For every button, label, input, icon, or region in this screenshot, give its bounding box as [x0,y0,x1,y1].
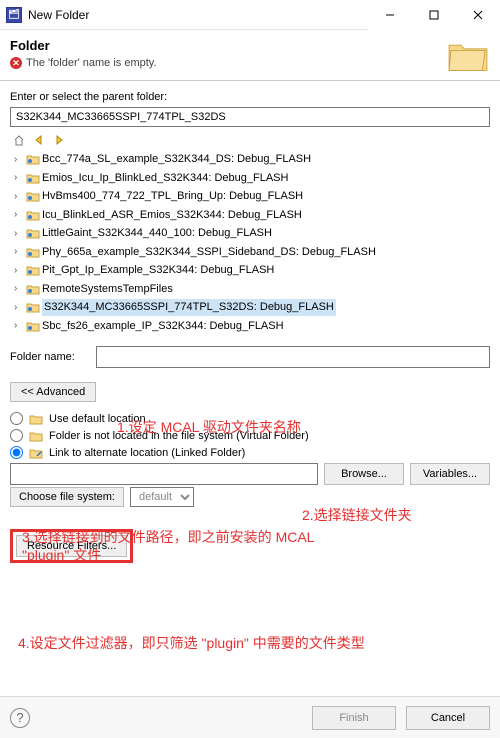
variables-button[interactable]: Variables... [410,463,490,485]
radio-default-location[interactable]: Use default location [10,412,490,425]
folder-large-icon [446,38,490,74]
cancel-button[interactable]: Cancel [406,706,490,730]
expand-icon[interactable]: › [14,281,24,296]
resource-filters-button[interactable]: Resource Filters... [16,535,127,557]
page-title: Folder [10,38,446,53]
filesystem-combo[interactable]: default [130,487,194,507]
project-folder-icon [26,320,40,332]
dialog-footer: ? Finish Cancel [0,696,500,738]
project-folder-icon [26,227,40,239]
expand-icon[interactable]: › [14,318,24,333]
parent-folder-input[interactable] [10,107,490,127]
error-message: The 'folder' name is empty. [26,57,157,69]
tree-item[interactable]: ›HvBms400_774_722_TPL_Bring_Up: Debug_FL… [10,187,490,206]
expand-icon[interactable]: › [14,207,24,222]
tree-item[interactable]: ›LittleGaint_S32K344_440_100: Debug_FLAS… [10,224,490,243]
titlebar: 🗂 New Folder [0,0,500,30]
tree-item[interactable]: ›Emios_Icu_Ip_BlinkLed_S32K344: Debug_FL… [10,169,490,188]
finish-button[interactable]: Finish [312,706,396,730]
project-tree[interactable]: ›Bcc_774a_SL_example_S32K344_DS: Debug_F… [10,150,490,338]
tree-item[interactable]: ›Bcc_774a_SL_example_S32K344_DS: Debug_F… [10,150,490,169]
project-folder-icon [26,283,40,295]
home-icon[interactable] [10,132,28,148]
expand-icon[interactable]: › [14,152,24,167]
folder-icon [29,413,43,425]
expand-icon[interactable]: › [14,337,24,338]
folder-icon [29,430,43,442]
expand-icon[interactable]: › [14,244,24,259]
parent-folder-label: Enter or select the parent folder: [10,91,490,103]
app-icon: 🗂 [6,7,22,23]
project-folder-icon [26,246,40,258]
expand-icon[interactable]: › [14,300,24,315]
project-folder-icon [26,153,40,165]
resource-filters-highlight: Resource Filters... [10,529,133,563]
forward-arrow-icon[interactable] [50,132,68,148]
tree-item[interactable]: ›Sbc_fs26_example_IP_S32K344: Debug_FLAS… [10,317,490,336]
tree-item[interactable]: ›Icu_BlinkLed_ASR_Emios_S32K344: Debug_F… [10,206,490,225]
advanced-toggle-button[interactable]: << Advanced [10,382,96,402]
project-folder-icon [26,301,40,313]
expand-icon[interactable]: › [14,226,24,241]
folder-name-input[interactable] [96,346,490,368]
tree-item[interactable]: ›Phy_665a_example_S32K344_SSPI_Sideband_… [10,243,490,262]
expand-icon[interactable]: › [14,263,24,278]
project-folder-icon [26,264,40,276]
choose-filesystem-button[interactable]: Choose file system: [10,487,124,507]
expand-icon[interactable]: › [14,170,24,185]
tree-item[interactable]: ›Pit_Gpt_Ip_Example_S32K344: Debug_FLASH [10,261,490,280]
error-icon: ✕ [10,57,22,69]
dialog-header: Folder ✕ The 'folder' name is empty. [0,30,500,81]
tree-item[interactable]: ›S32K344_MC33665SSPI_774TPL_S32DS: Debug… [10,298,490,317]
minimize-button[interactable] [368,0,412,30]
annotation-4: 4.设定文件过滤器，即只筛选 "plugin" 中需要的文件类型 [18,634,478,652]
close-button[interactable] [456,0,500,30]
folder-name-label: Folder name: [10,351,90,363]
project-folder-icon [26,172,40,184]
project-folder-icon [26,209,40,221]
project-folder-icon [26,190,40,202]
maximize-button[interactable] [412,0,456,30]
tree-item[interactable]: ›RemoteSystemsTempFiles [10,280,490,299]
window-title: New Folder [28,8,89,22]
help-icon[interactable]: ? [10,708,30,728]
back-arrow-icon[interactable] [30,132,48,148]
folder-link-icon [29,447,43,459]
radio-virtual-folder[interactable]: Folder is not located in the file system… [10,429,490,442]
radio-linked-folder[interactable]: Link to alternate location (Linked Folde… [10,446,490,459]
link-path-input[interactable] [10,463,318,485]
tree-item[interactable]: ›Spi_Transfer_S32K344: Debug_FLASH [10,335,490,338]
expand-icon[interactable]: › [14,189,24,204]
browse-button[interactable]: Browse... [324,463,404,485]
